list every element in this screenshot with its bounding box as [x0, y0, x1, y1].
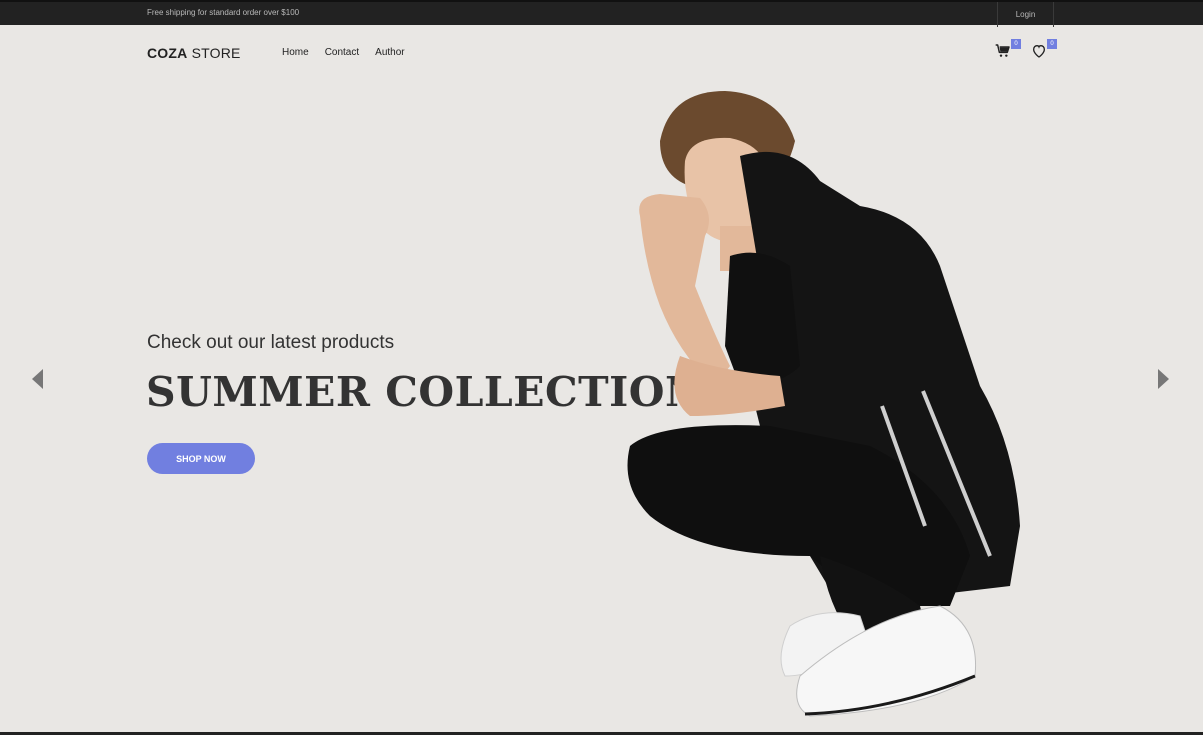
cart-icon [995, 44, 1010, 57]
shipping-notice: Free shipping for standard order over $1… [147, 8, 300, 17]
nav-contact[interactable]: Contact [325, 47, 359, 58]
prev-slide-button[interactable] [31, 368, 45, 390]
hero-model-image [627, 91, 1020, 717]
top-bar: Free shipping for standard order over $1… [0, 0, 1203, 27]
nav-home[interactable]: Home [282, 47, 309, 58]
chevron-left-icon [32, 369, 43, 389]
next-slide-button[interactable] [1156, 368, 1170, 390]
chevron-right-icon [1158, 369, 1169, 389]
nav-author[interactable]: Author [375, 47, 404, 58]
main-nav: Home Contact Author [282, 47, 421, 58]
logo-light: STORE [191, 45, 241, 61]
wishlist-button[interactable]: 0 [1031, 39, 1057, 63]
cart-count-badge: 0 [1011, 39, 1021, 49]
wishlist-count-badge: 0 [1047, 39, 1057, 49]
shop-now-button[interactable]: SHOP NOW [147, 443, 255, 474]
logo[interactable]: COZA STORE [147, 45, 241, 61]
cart-button[interactable]: 0 [995, 39, 1021, 63]
heart-icon [1032, 44, 1046, 58]
login-link[interactable]: Login [997, 2, 1054, 27]
hero-subtitle: Check out our latest products [147, 332, 395, 353]
logo-bold: COZA [147, 45, 188, 61]
